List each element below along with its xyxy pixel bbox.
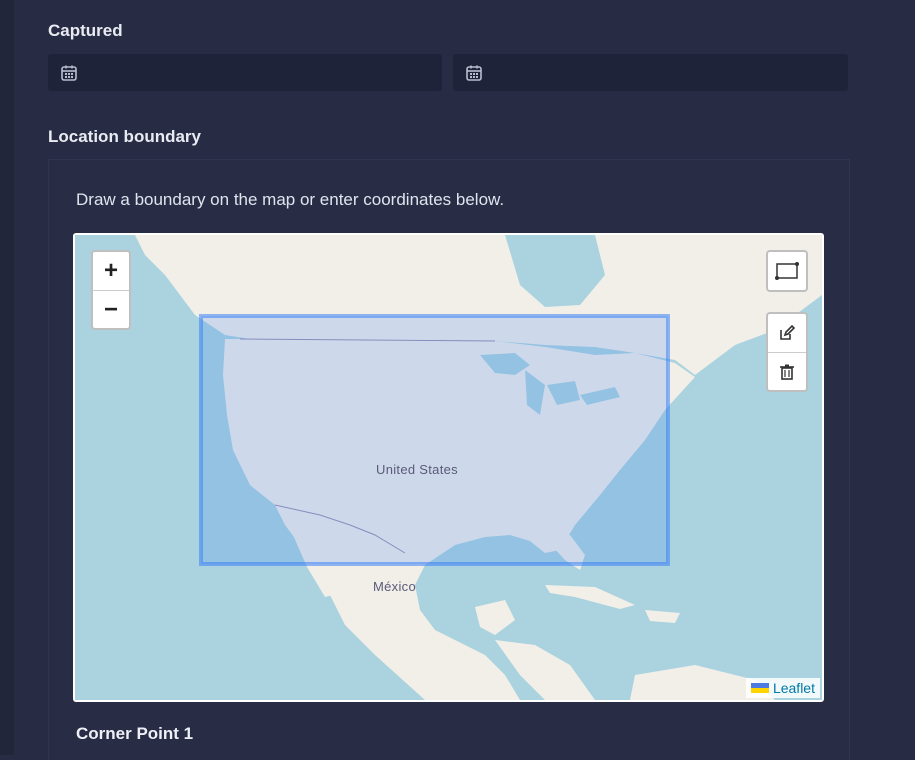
trash-icon	[780, 364, 794, 380]
edit-toolbar	[766, 312, 808, 392]
drawn-boundary-rectangle[interactable]	[199, 314, 670, 566]
draw-toolbar	[766, 250, 808, 292]
rectangle-draw-icon	[775, 262, 799, 280]
boundary-instruction: Draw a boundary on the map or enter coor…	[76, 190, 505, 209]
calendar-icon	[61, 65, 77, 81]
captured-start-date-field[interactable]	[48, 54, 442, 91]
map-label-mexico: México	[373, 579, 416, 594]
left-rail	[0, 0, 14, 755]
draw-rectangle-button[interactable]	[768, 252, 806, 290]
edit-layers-button[interactable]	[768, 314, 806, 352]
ukraine-flag-icon	[750, 683, 769, 693]
captured-end-date-field[interactable]	[453, 54, 848, 91]
zoom-control: + −	[91, 250, 131, 330]
map-attribution: Leaflet	[745, 678, 820, 698]
zoom-out-button[interactable]: −	[93, 290, 129, 329]
zoom-in-button[interactable]: +	[93, 252, 129, 290]
captured-label: Captured	[48, 21, 123, 40]
leaflet-link[interactable]: Leaflet	[773, 680, 815, 696]
corner-point-1-title: Corner Point 1	[76, 724, 194, 743]
location-boundary-label: Location boundary	[48, 127, 201, 146]
calendar-icon	[466, 65, 482, 81]
map-label-united-states: United States	[376, 462, 458, 477]
boundary-map[interactable]: United States México + − Leaflet	[73, 233, 824, 702]
edit-icon	[780, 324, 796, 340]
delete-layers-button[interactable]	[768, 352, 806, 391]
